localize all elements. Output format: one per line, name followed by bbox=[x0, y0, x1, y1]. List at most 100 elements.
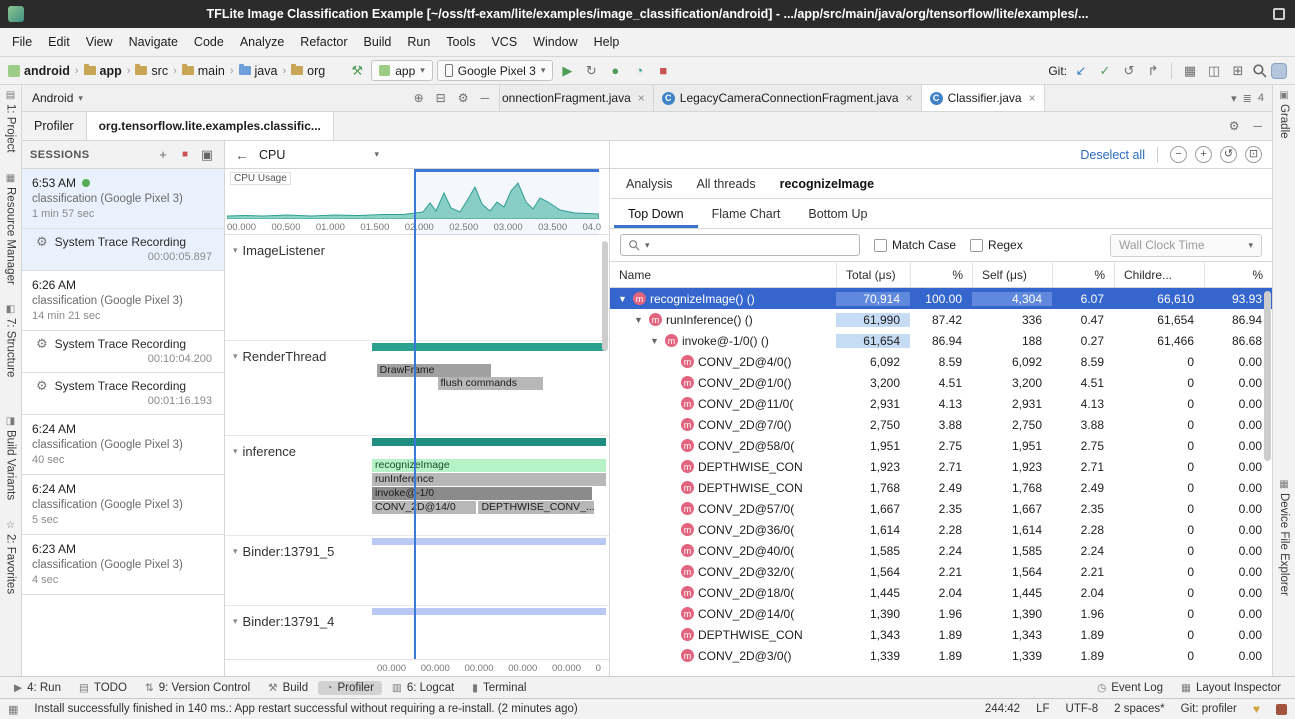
search-box[interactable]: ▾ bbox=[620, 234, 860, 256]
menu-item[interactable]: Build bbox=[356, 28, 400, 56]
timeline-scrollbar[interactable] bbox=[602, 241, 608, 351]
toolwindow-toggle-icon[interactable]: ▦ bbox=[8, 703, 18, 716]
expand-panel-icon[interactable]: ▣ bbox=[198, 147, 216, 163]
table-row[interactable]: ▼ m CONV_2D@36/0( 1,614 2.28 1,614 2.28 … bbox=[610, 519, 1272, 540]
tab-all-threads[interactable]: All threads bbox=[685, 169, 768, 198]
recording-item[interactable]: ⚙ System Trace Recording 00:01:16.193 bbox=[22, 373, 224, 415]
column-header-children-pct[interactable]: % bbox=[1204, 262, 1272, 287]
table-row[interactable]: ▼ m CONV_2D@3/0() 1,339 1.89 1,339 1.89 … bbox=[610, 645, 1272, 666]
clock-mode-selector[interactable]: Wall Clock Time ▾ bbox=[1110, 234, 1262, 257]
thread-lane-binder4[interactable]: ▾Binder:13791_4 bbox=[225, 606, 609, 659]
table-row[interactable]: ▼ m DEPTHWISE_CON 1,343 1.89 1,343 1.89 … bbox=[610, 624, 1272, 645]
grid-icon[interactable]: ▦ bbox=[1180, 63, 1200, 79]
add-session-icon[interactable]: + bbox=[154, 147, 172, 162]
sidebar-item-gradle[interactable]: ▣ Gradle bbox=[1278, 90, 1290, 139]
tab-bottom-up[interactable]: Bottom Up bbox=[794, 199, 881, 228]
avatar[interactable] bbox=[1271, 63, 1287, 79]
git-rollback-icon[interactable]: ↺ bbox=[1119, 63, 1139, 79]
thread-state-bar[interactable] bbox=[372, 538, 606, 545]
profiler-session-tab[interactable]: org.tensorflow.lite.examples.classific..… bbox=[86, 112, 334, 140]
sidebar-item-device-file-explorer[interactable]: ▦ Device File Explorer bbox=[1278, 479, 1290, 596]
run-config-selector[interactable]: app ▾ bbox=[371, 60, 433, 81]
thread-track[interactable] bbox=[372, 536, 606, 605]
trace-span-depthwise[interactable]: DEPTHWISE_CONV_... bbox=[478, 501, 594, 514]
status-badge-icon[interactable] bbox=[1276, 704, 1287, 715]
back-icon[interactable]: ← bbox=[235, 147, 249, 163]
menu-item[interactable]: VCS bbox=[483, 28, 525, 56]
stop-button[interactable]: ■ bbox=[653, 63, 673, 78]
column-header-total-pct[interactable]: % bbox=[910, 262, 972, 287]
chevron-down-icon[interactable]: ▾ bbox=[1231, 92, 1237, 105]
thread-state-bar[interactable] bbox=[372, 343, 606, 351]
line-separator[interactable]: LF bbox=[1036, 703, 1049, 715]
menu-item[interactable]: Edit bbox=[40, 28, 78, 56]
session-item[interactable]: 6:24 AM classification (Google Pixel 3) … bbox=[22, 415, 224, 475]
sidebar-item-build-variants[interactable]: ◨ Build Variants bbox=[5, 416, 17, 500]
gear-icon[interactable]: ⚙ bbox=[1229, 119, 1240, 133]
heart-icon[interactable]: ♥ bbox=[1253, 702, 1260, 716]
window-control-icon[interactable] bbox=[1273, 8, 1285, 20]
device-selector[interactable]: Google Pixel 3 ▾ bbox=[437, 60, 554, 81]
menu-item[interactable]: Analyze bbox=[232, 28, 292, 56]
build-hammer-icon[interactable]: ⚒ bbox=[347, 63, 367, 79]
thread-lane-binder5[interactable]: ▾Binder:13791_5 bbox=[225, 536, 609, 606]
toolwindow-button[interactable]: ⚒ Build bbox=[260, 681, 316, 695]
metric-selector[interactable]: CPU ▾ bbox=[259, 148, 379, 162]
column-header-self[interactable]: Self (μs) bbox=[972, 262, 1052, 287]
indent-info[interactable]: 2 spaces* bbox=[1114, 703, 1165, 715]
table-row[interactable]: ▼ m CONV_2D@32/0( 1,564 2.21 1,564 2.21 … bbox=[610, 561, 1272, 582]
toolwindow-button[interactable]: ◔ Profiler bbox=[318, 681, 382, 695]
toolwindow-button[interactable]: ▶ 4: Run bbox=[6, 681, 69, 695]
menu-item[interactable]: File bbox=[4, 28, 40, 56]
breadcrumb-android[interactable]: android bbox=[24, 64, 70, 78]
session-item[interactable]: 6:26 AM classification (Google Pixel 3) … bbox=[22, 271, 224, 331]
caret-position[interactable]: 244:42 bbox=[985, 703, 1020, 715]
sidebar-item-resource-manager[interactable]: ▦ Resource Manager bbox=[5, 173, 17, 285]
apply-changes-icon[interactable]: ↻ bbox=[581, 63, 601, 79]
table-row[interactable]: ▼ m CONV_2D@11/0( 2,931 4.13 2,931 4.13 … bbox=[610, 393, 1272, 414]
search-input[interactable] bbox=[655, 238, 852, 252]
menu-item[interactable]: Run bbox=[399, 28, 438, 56]
zoom-out-button[interactable]: − bbox=[1170, 146, 1187, 163]
zoom-to-selection-button[interactable]: ⊡ bbox=[1245, 146, 1262, 163]
zoom-in-button[interactable]: + bbox=[1195, 146, 1212, 163]
table-row[interactable]: ▼ m invoke@-1/0() () 61,654 86.94 188 0.… bbox=[610, 330, 1272, 351]
selection-region[interactable] bbox=[415, 169, 599, 235]
trace-span-recognizeimage[interactable]: recognizeImage bbox=[372, 459, 606, 472]
file-encoding[interactable]: UTF-8 bbox=[1066, 703, 1099, 715]
table-row[interactable]: ▼ m CONV_2D@18/0( 1,445 2.04 1,445 2.04 … bbox=[610, 582, 1272, 603]
breadcrumb-app[interactable]: app bbox=[84, 64, 122, 78]
sidebar-item-structure[interactable]: ◧ 7: Structure bbox=[5, 304, 17, 377]
git-update-icon[interactable]: ↙ bbox=[1071, 63, 1091, 79]
search-icon[interactable] bbox=[1252, 63, 1267, 78]
close-icon[interactable]: × bbox=[638, 91, 645, 105]
editor-tab[interactable]: C LegacyCameraConnectionFragment.java × bbox=[654, 85, 922, 111]
project-view-selector[interactable]: Android ▾ bbox=[32, 91, 83, 105]
breadcrumb-main[interactable]: main bbox=[182, 64, 225, 78]
table-row[interactable]: ▼ m DEPTHWISE_CON 1,923 2.71 1,923 2.71 … bbox=[610, 456, 1272, 477]
deselect-all-link[interactable]: Deselect all bbox=[1080, 148, 1145, 162]
git-commit-icon[interactable]: ✓ bbox=[1095, 63, 1115, 79]
thread-track[interactable]: recognizeImage runInference invoke@-1/0 … bbox=[372, 436, 606, 535]
sidebar-item-project[interactable]: ▤ 1: Project bbox=[5, 90, 17, 153]
menu-item[interactable]: Refactor bbox=[292, 28, 355, 56]
toolwindow-button[interactable]: ▮ Terminal bbox=[464, 681, 534, 695]
tab-flame-chart[interactable]: Flame Chart bbox=[698, 199, 795, 228]
trace-span-conv[interactable]: CONV_2D@14/0 bbox=[372, 501, 476, 514]
session-item[interactable]: 6:53 AM classification (Google Pixel 3) … bbox=[22, 169, 224, 229]
regex-checkbox[interactable]: Regex bbox=[970, 238, 1023, 252]
column-header-name[interactable]: Name bbox=[610, 262, 836, 287]
reset-zoom-button[interactable]: ↺ bbox=[1220, 146, 1237, 163]
thread-state-bar[interactable] bbox=[372, 438, 606, 446]
trace-span-runinference[interactable]: runInference bbox=[372, 473, 606, 486]
editor-tab-active[interactable]: C Classifier.java × bbox=[922, 85, 1045, 111]
thread-track[interactable] bbox=[372, 235, 606, 340]
column-header-total[interactable]: Total (μs) bbox=[836, 262, 910, 287]
split-view-icon[interactable]: ◫ bbox=[1204, 63, 1224, 79]
close-icon[interactable]: × bbox=[906, 91, 913, 105]
toolwindow-button[interactable]: ▥ 6: Logcat bbox=[384, 681, 462, 695]
recording-item[interactable]: ⚙ System Trace Recording 00:00:05.897 bbox=[22, 229, 224, 271]
expand-arrow-icon[interactable]: ▼ bbox=[634, 315, 645, 325]
hidden-tabs-icon[interactable]: ≣ bbox=[1243, 92, 1252, 105]
thread-track[interactable]: DrawFrame flush commands bbox=[372, 341, 606, 435]
